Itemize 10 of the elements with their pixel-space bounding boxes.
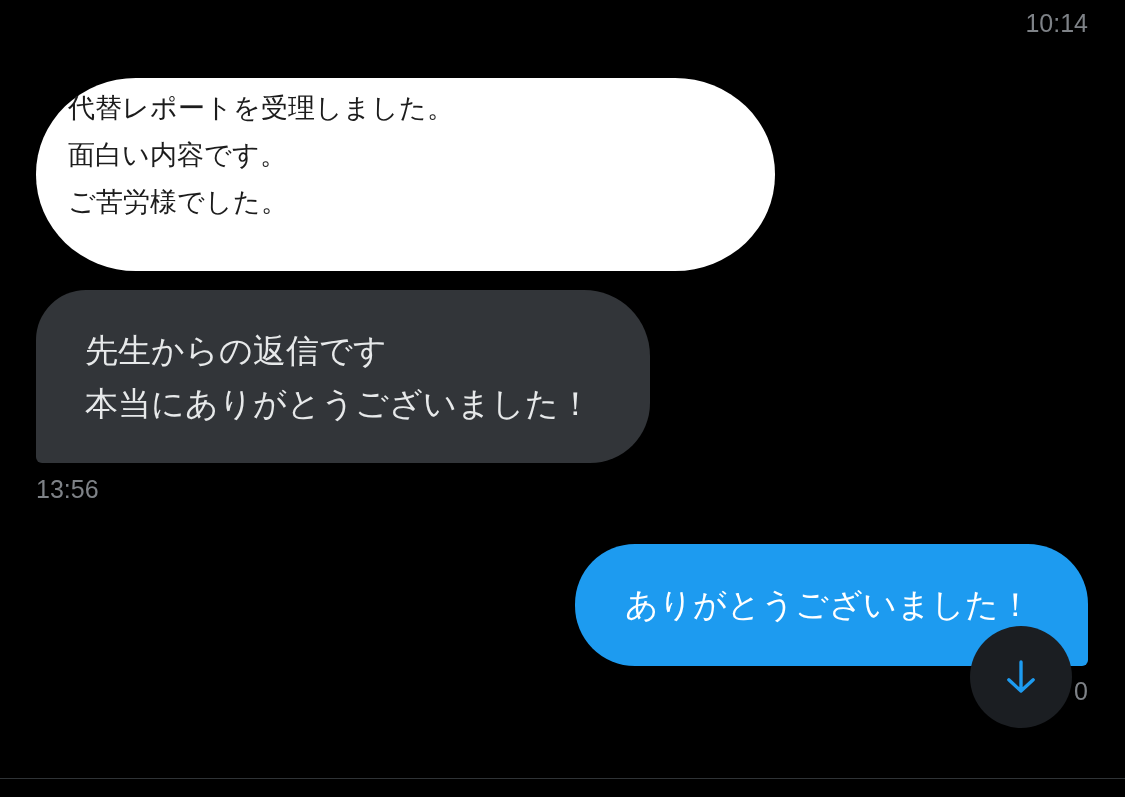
message-time: 13:56 xyxy=(36,474,99,504)
message-text: ありがとうございました！ xyxy=(625,584,1032,626)
message-text: 代替レポートを受理しました。 xyxy=(68,91,455,125)
message-text: 先生からの返信です xyxy=(85,330,388,372)
message-time: 0 xyxy=(1074,676,1088,706)
arrow-down-icon xyxy=(1006,660,1036,694)
message-text: 面白い内容です。 xyxy=(68,138,288,172)
message-text: 本当にありがとうございました！ xyxy=(85,383,592,425)
message-text: ご苦労様でした。 xyxy=(68,185,289,219)
message-time: 10:14 xyxy=(1025,8,1088,38)
